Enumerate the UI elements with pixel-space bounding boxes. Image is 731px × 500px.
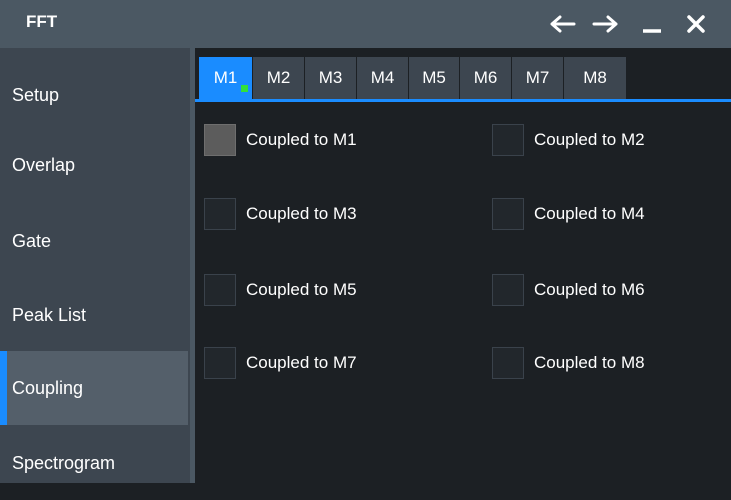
checkbox-label: Coupled to M6 [534, 280, 645, 299]
sidebar: Setup Overlap Gate Peak List Coupling Sp… [0, 48, 190, 483]
active-indicator [0, 351, 7, 425]
coupled-m4-option[interactable]: Coupled to M4 [492, 198, 645, 230]
tab-label: M4 [370, 68, 395, 87]
coupled-m6-option[interactable]: Coupled to M6 [492, 274, 645, 306]
coupled-m7-checkbox[interactable] [204, 347, 236, 379]
tab-label: M3 [318, 68, 343, 87]
sidebar-item-label: Peak List [12, 304, 87, 325]
active-status-dot [241, 85, 248, 92]
coupled-m8-option[interactable]: Coupled to M8 [492, 347, 645, 379]
coupled-m5-checkbox[interactable] [204, 274, 236, 306]
tab-bar: M1 M2 M3 M4 M5 M6 M7 M8 [195, 57, 731, 99]
sidebar-item-gate[interactable]: Gate [0, 204, 188, 278]
checkbox-label: Coupled to M2 [534, 130, 645, 149]
coupled-m3-option[interactable]: Coupled to M3 [204, 198, 357, 230]
checkbox-label: Coupled to M5 [246, 280, 357, 299]
forward-arrow-icon[interactable] [590, 8, 620, 40]
title-bar: FFT [0, 0, 731, 48]
checkbox-label: Coupled to M1 [246, 130, 357, 149]
tab-m2[interactable]: M2 [253, 57, 304, 99]
tab-label: M1 [213, 68, 238, 87]
tab-m3[interactable]: M3 [305, 57, 356, 99]
sidebar-item-setup[interactable]: Setup [0, 58, 188, 132]
checkbox-label: Coupled to M8 [534, 353, 645, 372]
tab-m8[interactable]: M8 [564, 57, 626, 99]
sidebar-item-peak-list[interactable]: Peak List [0, 278, 188, 352]
sidebar-item-label: Spectrogram [12, 452, 116, 473]
sidebar-item-label: Overlap [12, 154, 76, 175]
tab-m5[interactable]: M5 [409, 57, 459, 99]
close-icon[interactable] [681, 8, 711, 40]
tab-label: M2 [266, 68, 291, 87]
tab-m7[interactable]: M7 [512, 57, 563, 99]
coupled-m8-checkbox[interactable] [492, 347, 524, 379]
sidebar-item-spectrogram[interactable]: Spectrogram [0, 426, 188, 500]
tab-m4[interactable]: M4 [357, 57, 408, 99]
minimize-icon[interactable] [637, 8, 667, 40]
window-title: FFT [26, 12, 58, 31]
main-content [195, 48, 731, 483]
sidebar-item-label: Gate [12, 230, 52, 251]
tab-label: M6 [473, 68, 498, 87]
coupled-m7-option[interactable]: Coupled to M7 [204, 347, 357, 379]
sidebar-item-coupling[interactable]: Coupling [0, 351, 188, 425]
coupled-m4-checkbox[interactable] [492, 198, 524, 230]
tab-label: M7 [525, 68, 550, 87]
back-arrow-icon[interactable] [548, 8, 578, 40]
tab-label: M8 [583, 68, 607, 87]
checkbox-label: Coupled to M7 [246, 353, 357, 372]
coupled-m1-option[interactable]: Coupled to M1 [204, 124, 357, 156]
tab-label: M5 [422, 68, 446, 87]
coupled-m2-checkbox[interactable] [492, 124, 524, 156]
tab-m1[interactable]: M1 [199, 57, 252, 99]
sidebar-item-label: Coupling [12, 377, 84, 398]
tab-m6[interactable]: M6 [460, 57, 511, 99]
coupled-m6-checkbox[interactable] [492, 274, 524, 306]
checkbox-label: Coupled to M3 [246, 204, 357, 223]
coupled-m2-option[interactable]: Coupled to M2 [492, 124, 645, 156]
coupled-m5-option[interactable]: Coupled to M5 [204, 274, 357, 306]
sidebar-item-label: Setup [12, 84, 60, 105]
coupled-m1-checkbox[interactable] [204, 124, 236, 156]
coupled-m3-checkbox[interactable] [204, 198, 236, 230]
checkbox-label: Coupled to M4 [534, 204, 645, 223]
tab-underline [195, 99, 731, 102]
sidebar-item-overlap[interactable]: Overlap [0, 128, 188, 202]
